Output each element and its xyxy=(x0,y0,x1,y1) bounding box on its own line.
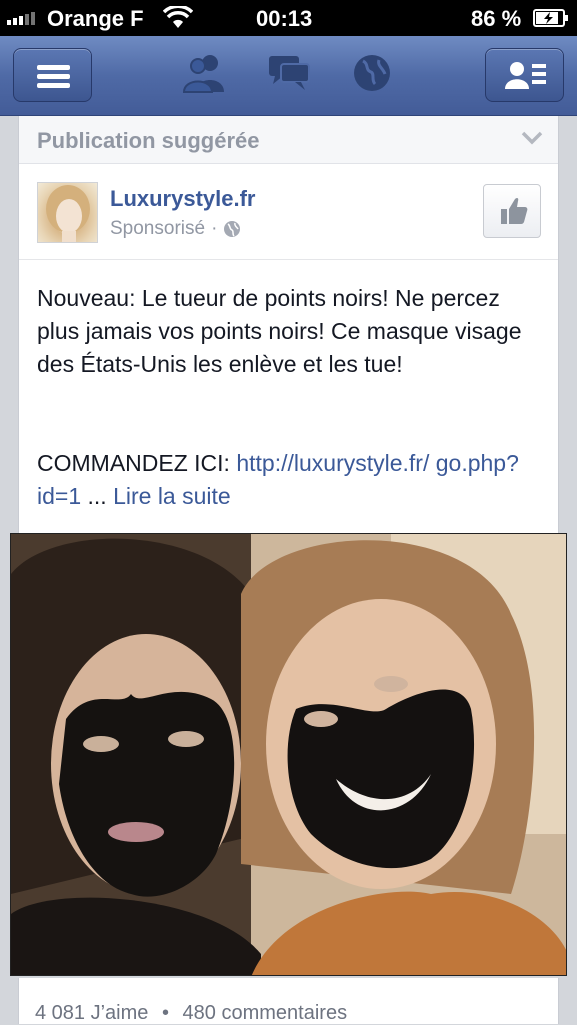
chevron-down-icon[interactable] xyxy=(521,130,543,146)
status-bar: Orange F 00:13 86 % xyxy=(0,0,577,36)
likes-count[interactable]: 4 081 J’aime xyxy=(35,1002,148,1024)
suggested-post-label: Publication suggérée xyxy=(37,128,260,153)
menu-icon xyxy=(37,65,70,88)
post-body-text: Nouveau: Le tueur de points noirs! Ne pe… xyxy=(37,285,522,377)
cta-prefix: COMMANDEZ ICI: xyxy=(37,450,237,476)
sponsored-label: Sponsorisé xyxy=(110,218,206,239)
page-name-link[interactable]: Luxurystyle.fr xyxy=(110,186,256,212)
stats-separator: • xyxy=(161,1002,169,1024)
suggested-post-header: Publication suggérée xyxy=(19,116,558,164)
dot-separator: · xyxy=(211,218,218,239)
friends-icon[interactable] xyxy=(180,52,230,94)
post-stats: 4 081 J’aime • 480 commentaires xyxy=(35,1002,347,1025)
globe-icon[interactable] xyxy=(351,52,393,94)
contacts-icon xyxy=(505,62,546,89)
page-avatar[interactable] xyxy=(37,182,98,243)
signal-strength-icon xyxy=(7,11,35,25)
header-divider xyxy=(19,259,558,260)
sponsored-row: Sponsorisé · xyxy=(110,218,241,240)
globe-icon xyxy=(224,221,241,237)
messages-icon[interactable] xyxy=(265,52,313,94)
clock: 00:13 xyxy=(256,6,313,31)
ellipsis: ... xyxy=(81,483,114,509)
like-page-button[interactable] xyxy=(483,184,541,238)
post-photo[interactable] xyxy=(10,533,567,976)
post-cta: COMMANDEZ ICI: http://luxurystyle.fr/ go… xyxy=(37,447,547,513)
wifi-icon xyxy=(163,6,193,28)
battery-icon xyxy=(533,9,568,27)
top-navigation-bar xyxy=(0,36,577,116)
thumbs-up-icon xyxy=(501,197,528,224)
carrier-name: Orange F xyxy=(47,6,144,31)
menu-button[interactable] xyxy=(13,48,92,102)
comments-count[interactable]: 480 commentaires xyxy=(183,1002,348,1024)
read-more-link[interactable]: Lire la suite xyxy=(113,483,231,509)
post-footer: 4 081 J’aime • 480 commentaires xyxy=(18,978,559,1024)
battery-percentage: 86 % xyxy=(471,6,522,31)
contacts-button[interactable] xyxy=(485,48,564,102)
sponsored-post-card: Publication suggérée Luxurystyle.fr Spon… xyxy=(18,116,559,536)
